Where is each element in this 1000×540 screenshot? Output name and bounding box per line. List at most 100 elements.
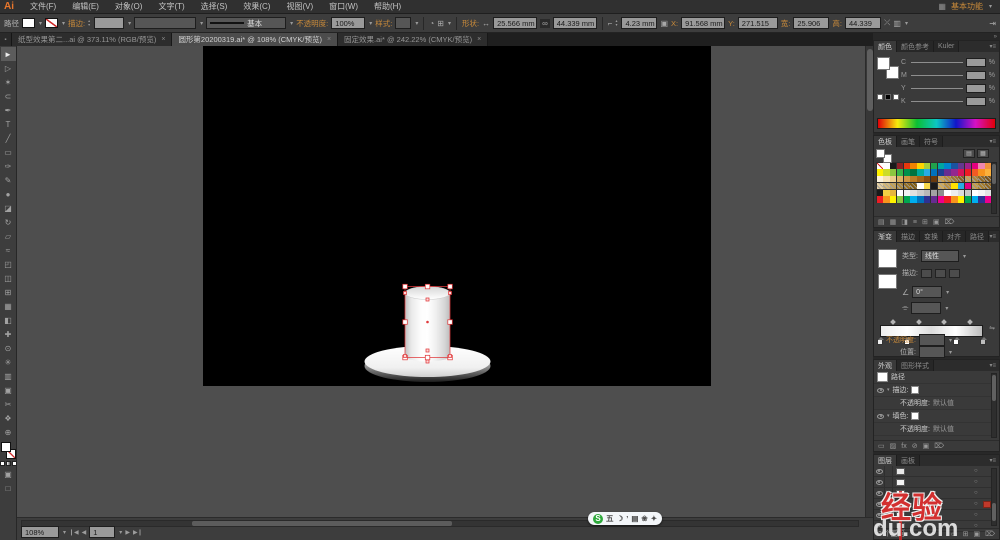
collapse-dock-icon[interactable]: » bbox=[994, 34, 997, 40]
layer-target-icon[interactable]: ○ bbox=[974, 501, 983, 507]
swatch-cell[interactable] bbox=[958, 189, 965, 196]
clear-appearance-icon[interactable]: ⊘ bbox=[912, 442, 918, 450]
swatch-cell[interactable] bbox=[978, 196, 985, 203]
gradient-type-dropdown[interactable]: 线性 bbox=[920, 250, 959, 262]
opacity-label[interactable]: 不透明度: bbox=[296, 18, 328, 29]
swatch-cell[interactable] bbox=[903, 162, 910, 169]
mesh-tool-icon[interactable]: ▦ bbox=[1, 299, 16, 313]
swatch-cell[interactable] bbox=[958, 162, 965, 169]
swatch-cell[interactable] bbox=[930, 196, 938, 203]
selection-tool-icon[interactable]: ► bbox=[0, 47, 16, 61]
swatch-cell[interactable] bbox=[958, 176, 965, 183]
none-mode-icon[interactable] bbox=[11, 461, 17, 466]
prev-artboard-icon[interactable]: ◀ bbox=[82, 529, 87, 536]
opacity-link-label[interactable]: 不透明度: bbox=[900, 398, 930, 408]
swatch-cell[interactable] bbox=[937, 162, 944, 169]
transform-width-field[interactable]: 25.906 bbox=[793, 17, 830, 29]
swatch-cell[interactable] bbox=[876, 182, 883, 190]
document-tab[interactable]: 固定效果.ai* @ 242.22% (CMYK/预览) × bbox=[338, 33, 489, 46]
channel-slider[interactable] bbox=[911, 75, 963, 76]
swatch-cell[interactable] bbox=[978, 189, 985, 196]
recolor-artwork-icon[interactable]: ◔ bbox=[429, 19, 434, 28]
toolbox-icon[interactable]: ✦ bbox=[651, 514, 657, 523]
layer-row[interactable]: ○ bbox=[874, 488, 991, 499]
swatches-scrollbar[interactable] bbox=[991, 162, 997, 214]
swatch-cell[interactable] bbox=[903, 196, 910, 203]
swatch-cell[interactable] bbox=[917, 162, 924, 169]
swatch-cell[interactable] bbox=[930, 182, 938, 190]
menu-item[interactable]: 效果(C) bbox=[235, 1, 278, 12]
x-position-field[interactable]: 91.568 mm bbox=[681, 17, 726, 29]
panel-tab[interactable]: 图层 bbox=[874, 455, 897, 466]
swatch-cell[interactable] bbox=[930, 189, 938, 196]
panel-tab[interactable]: 图形样式 bbox=[897, 360, 934, 371]
swatch-cell[interactable] bbox=[964, 169, 972, 176]
menu-item[interactable]: 选择(S) bbox=[193, 1, 236, 12]
swatch-cell[interactable] bbox=[890, 182, 897, 190]
panel-tab[interactable]: Kuler bbox=[934, 41, 960, 52]
gradient-stop[interactable] bbox=[953, 337, 961, 345]
swatch-cell[interactable] bbox=[876, 189, 883, 196]
swatch-cell[interactable] bbox=[937, 189, 944, 196]
shape-height-field[interactable]: 44.339 mm bbox=[552, 17, 597, 29]
lasso-tool-icon[interactable]: ⊂ bbox=[1, 89, 16, 103]
chevron-down-icon[interactable]: ▾ bbox=[200, 20, 203, 27]
swatch-cell[interactable] bbox=[876, 169, 883, 176]
free-transform-tool-icon[interactable]: ◰ bbox=[1, 257, 16, 271]
angle-field[interactable]: 0° bbox=[912, 286, 943, 298]
zoom-level-field[interactable]: 108% bbox=[21, 526, 59, 538]
artboard-tool-icon[interactable]: ▣ bbox=[1, 383, 16, 397]
eyedropper-tool-icon[interactable]: ✚ bbox=[1, 327, 16, 341]
swatches-scrollbar-thumb[interactable] bbox=[992, 164, 996, 184]
swatch-cell[interactable] bbox=[964, 176, 972, 183]
make-mask-icon[interactable]: ▭ bbox=[951, 530, 958, 538]
skin-icon[interactable]: ❀ bbox=[641, 514, 647, 523]
appearance-row[interactable]: ▾ 描边: bbox=[874, 384, 991, 397]
appearance-attr-label[interactable]: 描边: bbox=[893, 385, 909, 395]
color-mode-icon[interactable] bbox=[0, 461, 5, 466]
swatch-cell[interactable] bbox=[910, 162, 917, 169]
visibility-eye-icon[interactable] bbox=[875, 468, 883, 474]
fill-color-swatch[interactable] bbox=[22, 18, 35, 28]
swatch-cell[interactable] bbox=[958, 169, 965, 176]
visibility-cell[interactable] bbox=[874, 466, 885, 476]
chevron-down-icon[interactable]: ▾ bbox=[949, 349, 952, 356]
stroke-weight-label[interactable]: 描边: bbox=[68, 18, 85, 29]
swatch-cell[interactable] bbox=[964, 189, 972, 196]
layer-row[interactable]: ○ bbox=[874, 477, 991, 488]
eraser-tool-icon[interactable]: ◪ bbox=[1, 201, 16, 215]
swatch-cell[interactable] bbox=[930, 169, 938, 176]
lock-cell[interactable] bbox=[885, 466, 893, 476]
paintbrush-tool-icon[interactable]: ✑ bbox=[1, 159, 16, 173]
panel-tab[interactable]: 外观 bbox=[874, 360, 897, 371]
chevron-down-icon[interactable]: ▾ bbox=[63, 529, 66, 536]
visibility-eye-icon[interactable] bbox=[875, 512, 883, 518]
appearance-swatch[interactable] bbox=[911, 412, 920, 420]
layer-target-icon[interactable]: ○ bbox=[974, 479, 983, 485]
panel-menu-icon[interactable]: ▾≡ bbox=[989, 136, 999, 147]
channel-slider[interactable] bbox=[911, 88, 963, 89]
lock-cell[interactable] bbox=[885, 499, 893, 509]
swatch-cell[interactable] bbox=[917, 189, 924, 196]
link-dimensions-icon[interactable]: ∞ bbox=[540, 18, 550, 28]
swatch-cell[interactable] bbox=[896, 189, 904, 196]
fill-stroke-control[interactable] bbox=[0, 442, 16, 459]
menu-item[interactable]: 编辑(E) bbox=[64, 1, 107, 12]
new-swatch-icon[interactable]: ▣ bbox=[933, 218, 940, 226]
keyboard-icon[interactable]: ▤ bbox=[631, 514, 638, 523]
lock-cell[interactable] bbox=[885, 488, 893, 498]
screen-mode-icon[interactable]: □ bbox=[1, 481, 16, 495]
swatch-cell[interactable] bbox=[978, 162, 985, 169]
delete-item-icon[interactable]: ⌦ bbox=[934, 442, 944, 450]
appearance-scrollbar-thumb[interactable] bbox=[992, 375, 996, 401]
hand-tool-icon[interactable]: ❖ bbox=[1, 411, 16, 425]
chevron-down-icon[interactable]: ▾ bbox=[945, 305, 948, 312]
layer-row[interactable]: ○ bbox=[874, 510, 991, 521]
swatch-cell[interactable] bbox=[890, 169, 897, 176]
swatch-cell[interactable] bbox=[910, 176, 917, 183]
swatch-cell[interactable] bbox=[951, 189, 958, 196]
swatch-cell[interactable] bbox=[883, 169, 890, 176]
halfwidth-moon-icon[interactable]: ☽ bbox=[617, 514, 624, 523]
panel-tab[interactable]: 颜色参考 bbox=[897, 41, 934, 52]
appearance-scrollbar[interactable] bbox=[991, 373, 997, 438]
